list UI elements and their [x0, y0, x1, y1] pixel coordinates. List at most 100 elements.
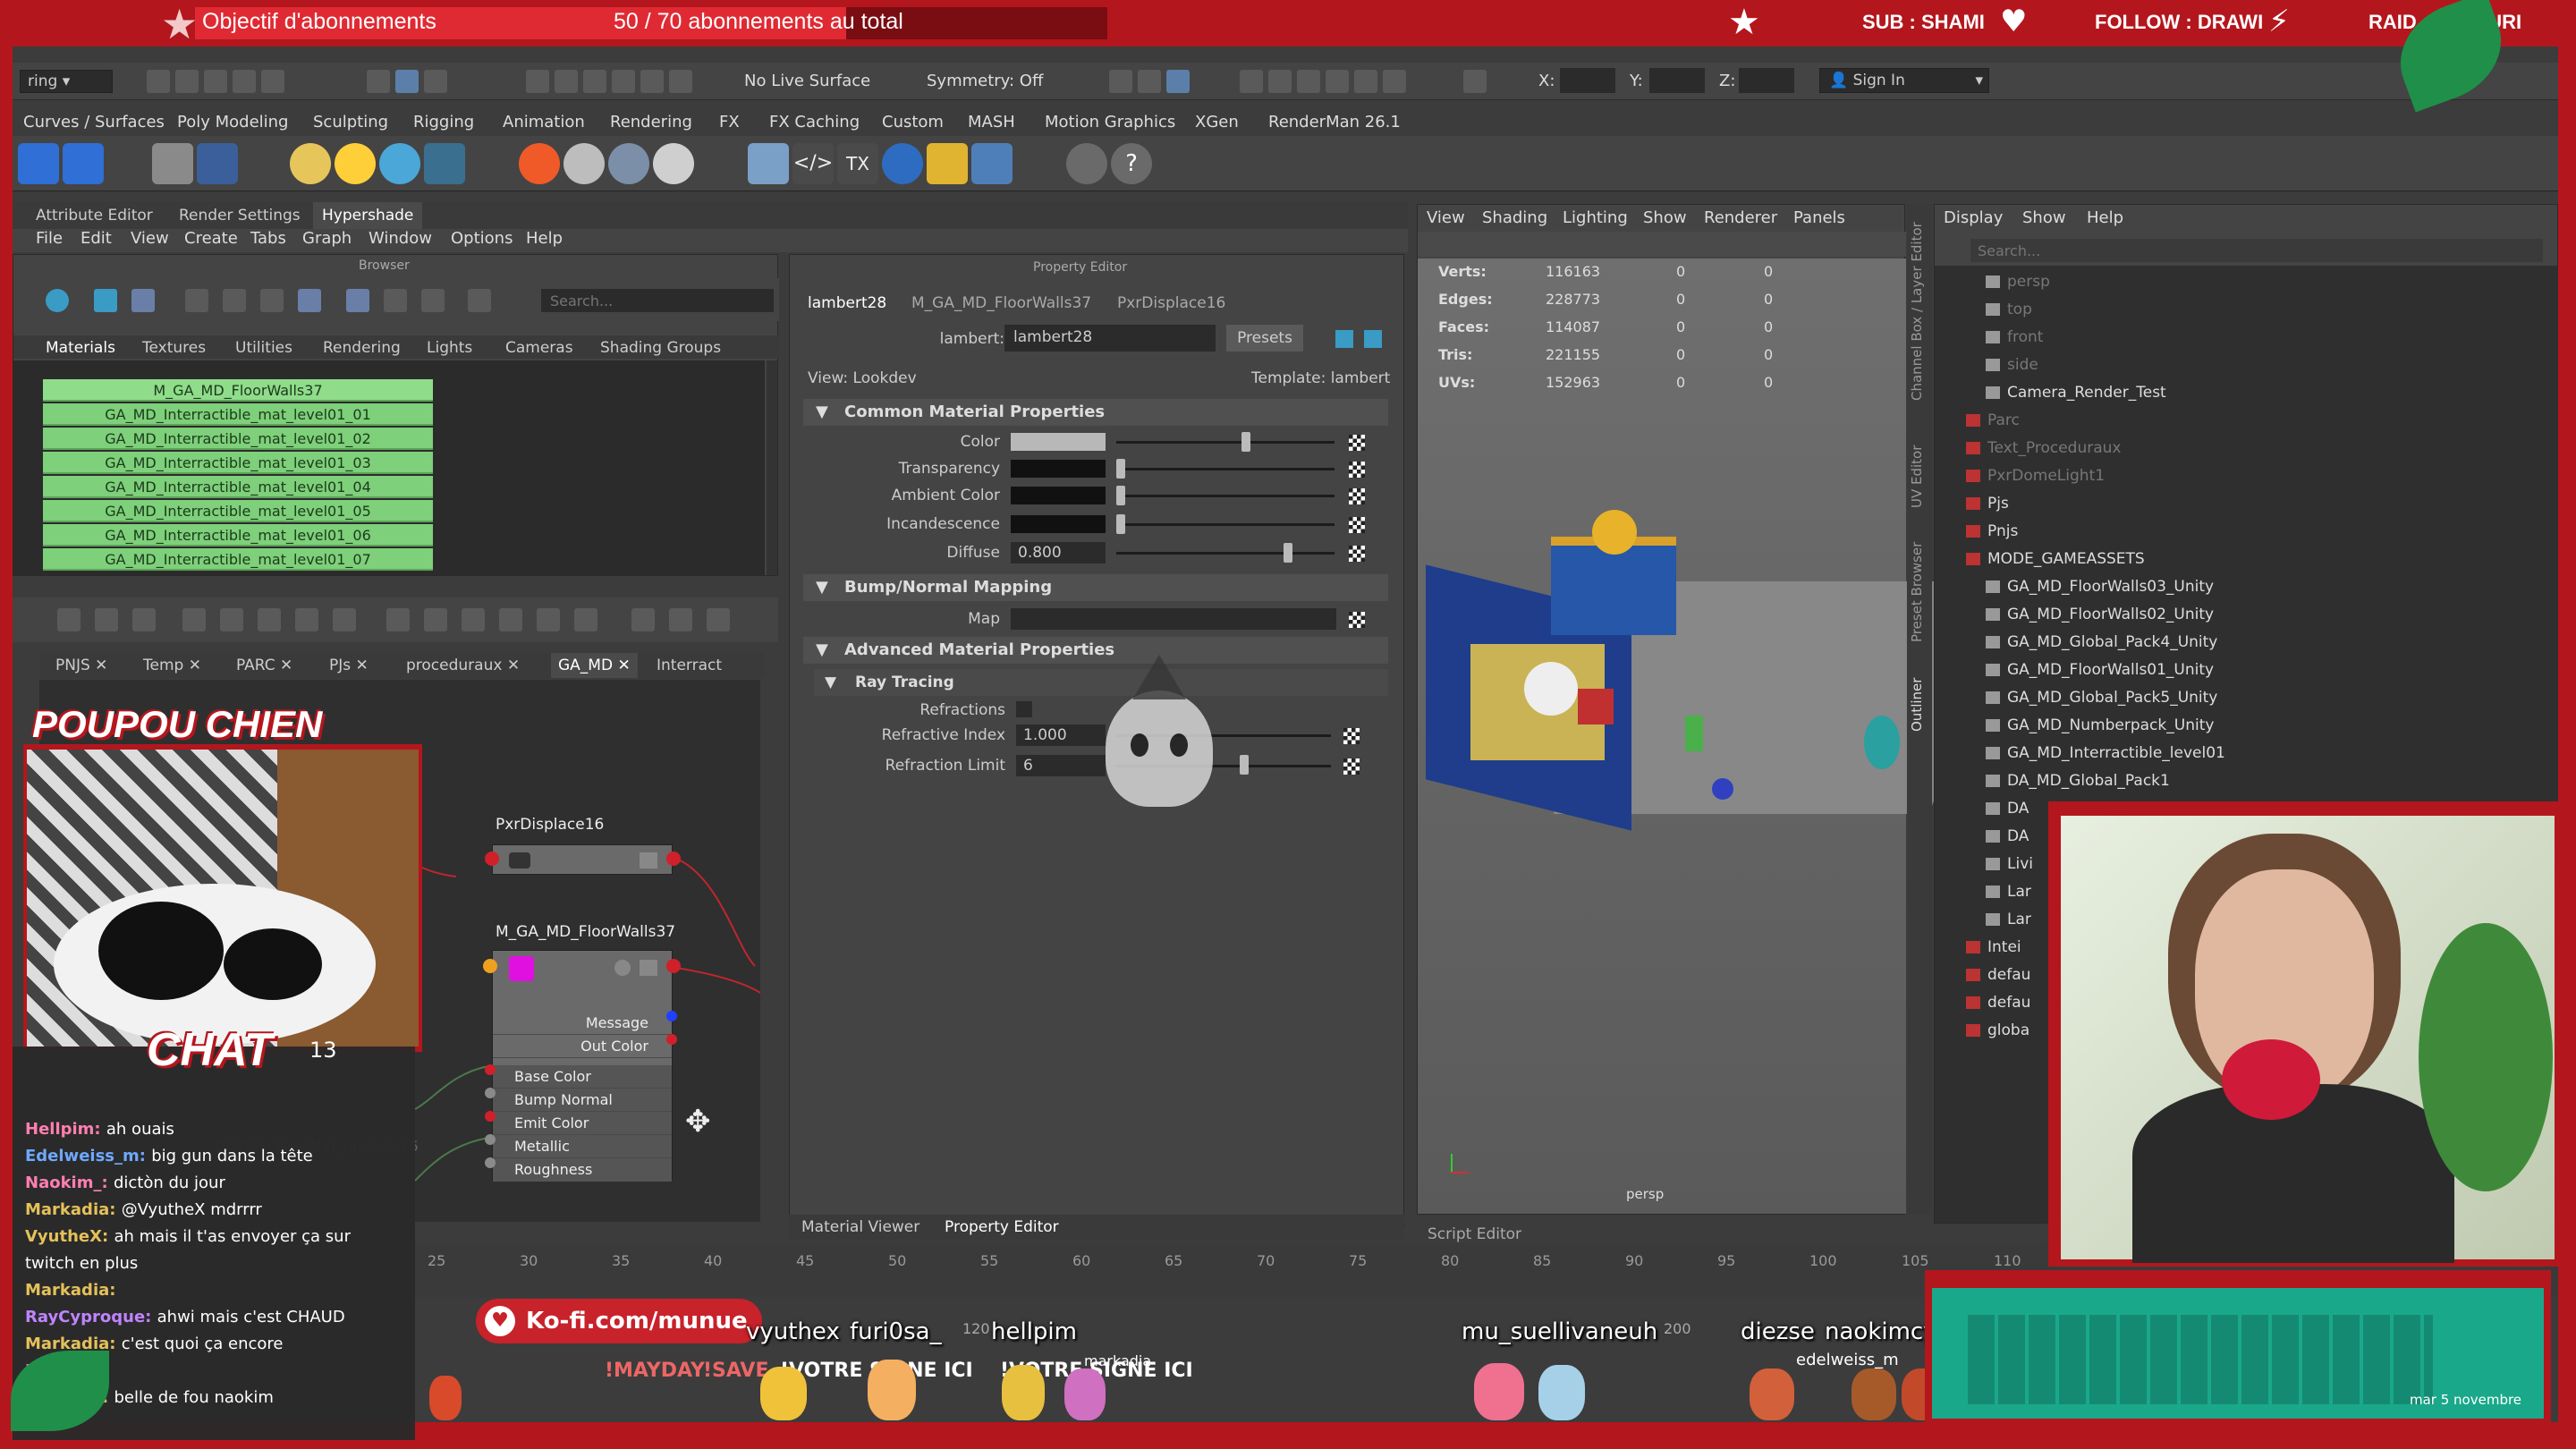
outliner-item[interactable]: PxrDomeLight1 [1966, 462, 2105, 489]
tx-icon[interactable]: TX [837, 143, 878, 184]
graph-icon-6[interactable] [258, 608, 281, 631]
slider-track[interactable] [1116, 552, 1335, 555]
undo-icon[interactable] [233, 70, 256, 93]
slider-track[interactable] [1116, 468, 1335, 470]
render-frame-icon[interactable] [1240, 70, 1263, 93]
material-item[interactable]: GA_MD_Interractible_mat_level01_05 [43, 500, 433, 522]
pe-tab-displace[interactable]: PxrDisplace16 [1117, 294, 1225, 312]
graph-tab-pjs[interactable]: PJs ✕ [329, 657, 369, 674]
moon-icon[interactable] [882, 143, 923, 184]
graph-icon-15[interactable] [707, 608, 730, 631]
slider-knob[interactable] [1116, 514, 1125, 534]
outliner-item[interactable]: GA_MD_FloorWalls01_Unity [1986, 657, 2214, 683]
message-port-dot[interactable] [666, 1011, 677, 1021]
menu-options[interactable]: Options [451, 229, 513, 248]
outliner-item[interactable]: Pjs [1966, 490, 2009, 517]
tab-outliner[interactable]: Outliner [1909, 678, 1925, 732]
open-scene-icon[interactable] [175, 70, 199, 93]
incandescence-map-button[interactable] [1349, 517, 1365, 533]
presets-button[interactable]: Presets [1226, 325, 1303, 352]
focus-icon[interactable] [1335, 330, 1353, 348]
menu-create[interactable]: Create [184, 229, 238, 248]
graph-icon-3[interactable] [132, 608, 156, 631]
select-hierarchy-icon[interactable] [367, 70, 390, 93]
shelf-tab-poly[interactable]: Poly Modeling [177, 113, 288, 131]
outliner-item[interactable]: Intei [1966, 934, 2021, 961]
bolt-icon[interactable] [927, 143, 968, 184]
color-swatch[interactable] [1011, 433, 1106, 451]
outliner-item[interactable]: Camera_Render_Test [1986, 379, 2166, 406]
outliner-menu-help[interactable]: Help [2087, 208, 2123, 227]
tab-materials[interactable]: Materials [46, 339, 115, 357]
vp-menu-show[interactable]: Show [1643, 208, 1687, 227]
ambient-swatch[interactable] [1011, 487, 1106, 504]
graph-icon-12[interactable] [537, 608, 560, 631]
renderman-icon[interactable] [1354, 70, 1377, 93]
outliner-item[interactable]: Livi [1986, 851, 2033, 877]
slider-track[interactable] [1116, 495, 1335, 497]
menu-graph[interactable]: Graph [302, 229, 352, 248]
select-component-icon[interactable] [424, 70, 447, 93]
graph-icon-5[interactable] [220, 608, 243, 631]
graph-tab-pnjs[interactable]: PNJS ✕ [55, 657, 107, 674]
graph-icon-8[interactable] [333, 608, 356, 631]
cloud-icon[interactable] [564, 143, 605, 184]
star-material-icon[interactable] [519, 143, 560, 184]
snap-view-icon[interactable] [669, 70, 692, 93]
browser-icon-1[interactable] [46, 289, 69, 312]
map-field[interactable] [1011, 608, 1336, 630]
ipr-render-icon[interactable] [1268, 70, 1292, 93]
graph-icon-4[interactable] [182, 608, 206, 631]
color-map-button[interactable] [1349, 435, 1365, 451]
shelf-tab-renderman[interactable]: RenderMan 26.1 [1268, 113, 1401, 131]
refractions-checkbox[interactable] [1016, 701, 1032, 717]
snap-curve-icon[interactable] [555, 70, 578, 93]
outliner-item[interactable]: Lar [1986, 906, 2031, 933]
outliner-menu-display[interactable]: Display [1944, 208, 2003, 227]
diffuse-map-button[interactable] [1349, 546, 1365, 562]
ipr-icon[interactable] [63, 143, 104, 184]
pause-icon[interactable] [1383, 70, 1406, 93]
section-advanced[interactable]: ▼ Advanced Material Properties [803, 637, 1388, 664]
tab-preset-browser[interactable]: Preset Browser [1909, 542, 1925, 642]
graph-icon-13[interactable] [574, 608, 597, 631]
shelf-tab-rigging[interactable]: Rigging [413, 113, 474, 131]
slider-track[interactable] [1116, 523, 1335, 526]
refractive-index-field[interactable]: 1.000 [1016, 724, 1106, 746]
light-icon[interactable] [290, 143, 331, 184]
outliner-item[interactable]: GA_MD_Interractible_level01 [1986, 740, 2225, 767]
snap-plane-icon[interactable] [612, 70, 635, 93]
search-icon[interactable] [499, 608, 522, 631]
snap-point-icon[interactable] [583, 70, 606, 93]
grid-icon[interactable] [631, 608, 655, 631]
materials-scrollbar[interactable] [767, 360, 777, 575]
browser-icon-8[interactable] [468, 289, 491, 312]
section-bump[interactable]: ▼ Bump/Normal Mapping [803, 574, 1388, 601]
renderman-r-icon[interactable] [18, 143, 59, 184]
graph-icon-11[interactable] [462, 608, 485, 631]
tab-channel-box[interactable]: Channel Box / Layer Editor [1909, 222, 1925, 401]
input-ops-icon[interactable] [1138, 70, 1161, 93]
graph-icon-2[interactable] [95, 608, 118, 631]
copy-tab-icon[interactable] [1364, 330, 1382, 348]
graph-icon-10[interactable] [424, 608, 447, 631]
graph-tab-parc[interactable]: PARC ✕ [236, 657, 292, 674]
filter-icon[interactable] [384, 289, 407, 312]
browser-icon-5[interactable] [223, 289, 246, 312]
slider-knob[interactable] [1284, 543, 1293, 563]
tab-textures[interactable]: Textures [142, 339, 206, 357]
menu-file[interactable]: File [36, 229, 63, 248]
material-item[interactable]: GA_MD_Interractible_mat_level01_04 [43, 476, 433, 498]
tab-attribute-editor[interactable]: Attribute Editor [36, 207, 153, 225]
metallic-port-dot[interactable] [485, 1134, 496, 1145]
slider-knob[interactable] [1240, 755, 1249, 775]
outliner-item[interactable]: GA_MD_FloorWalls03_Unity [1986, 573, 2214, 600]
outliner-item[interactable]: side [1986, 352, 2038, 378]
outliner-item[interactable]: Lar [1986, 878, 2031, 905]
shelf-tab-custom[interactable]: Custom [882, 113, 944, 131]
transform-icon[interactable] [1463, 70, 1487, 93]
pe-tab-floorwalls[interactable]: M_GA_MD_FloorWalls37 [911, 294, 1091, 312]
cube-icon[interactable] [748, 143, 789, 184]
timeline[interactable] [411, 1243, 2558, 1297]
tab-shading-groups[interactable]: Shading Groups [600, 339, 721, 357]
